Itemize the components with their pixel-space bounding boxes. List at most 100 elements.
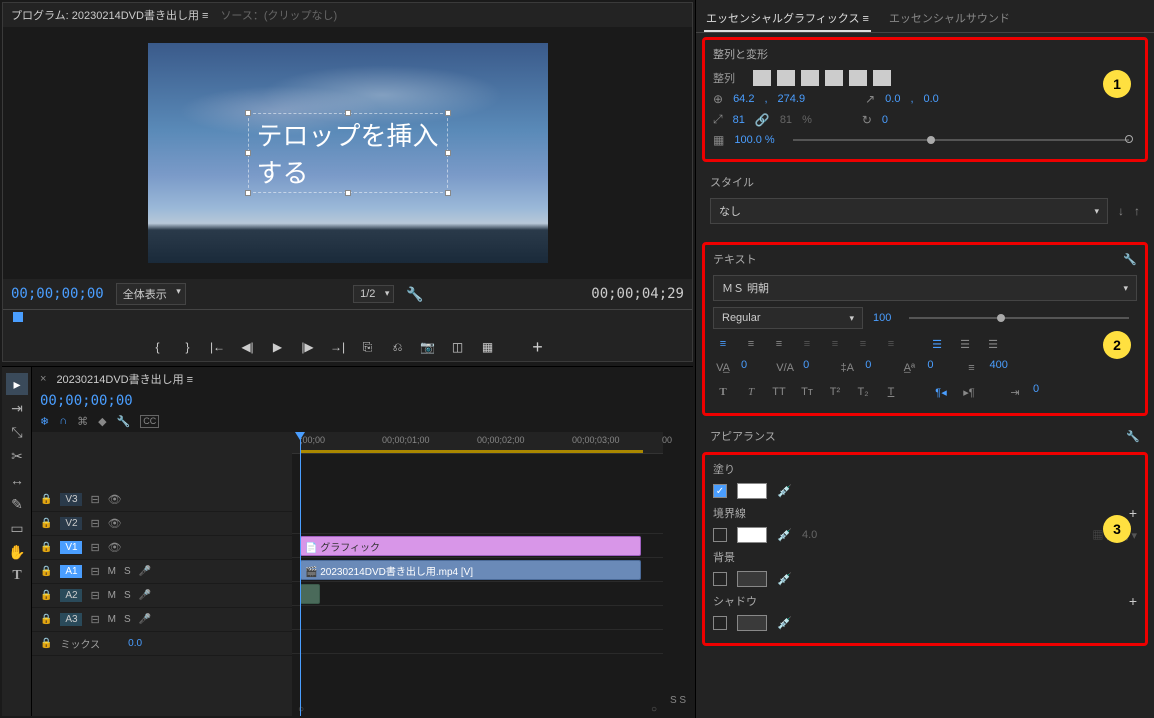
wrench-icon[interactable]: 🔧 <box>1123 253 1137 266</box>
pos-x[interactable]: 64.2 <box>733 93 754 105</box>
shadow-checkbox[interactable] <box>713 616 727 630</box>
align-right-text-icon[interactable]: ≡ <box>769 335 789 353</box>
opacity-value[interactable]: 100.0 % <box>734 134 774 146</box>
ltr-icon[interactable]: ¶◂ <box>931 383 951 401</box>
superscript-icon[interactable]: T² <box>825 383 845 401</box>
marker-icon[interactable]: ◆ <box>98 415 106 428</box>
lock-icon[interactable]: 🔒 <box>40 494 52 505</box>
sequence-timecode[interactable]: 00;00;00;00 <box>32 391 663 411</box>
bold-icon[interactable]: T <box>713 383 733 401</box>
program-tab[interactable]: プログラム: 20230214DVD書き出し用 ≡ <box>11 7 208 23</box>
font-dropdown[interactable]: ＭＳ 明朝 <box>713 275 1137 301</box>
add-stroke-icon[interactable]: + <box>1129 505 1137 521</box>
align-top-icon[interactable] <box>825 70 843 86</box>
valign-top-icon[interactable]: ☰ <box>927 335 947 353</box>
fx-icon[interactable]: ⊟ <box>90 613 99 626</box>
scale-value[interactable]: 81 <box>733 114 745 126</box>
rotation-value[interactable]: 0 <box>882 114 888 126</box>
italic-icon[interactable]: T <box>741 383 761 401</box>
pen-tool-icon[interactable]: ✎ <box>6 493 28 515</box>
telop-text-box[interactable]: テロップを挿入する <box>248 113 448 193</box>
align-left-text-icon[interactable]: ≡ <box>713 335 733 353</box>
playhead-icon[interactable] <box>13 312 23 322</box>
fx-icon[interactable]: ⊟ <box>90 493 99 506</box>
cc-icon[interactable]: CC <box>140 415 159 428</box>
fill-checkbox[interactable]: ✓ <box>713 484 727 498</box>
play-icon[interactable]: ▶ <box>270 339 286 355</box>
ripple-tool-icon[interactable]: ⤡ <box>6 421 28 443</box>
mark-out-icon[interactable]: } <box>180 339 196 355</box>
lock-icon[interactable]: 🔒 <box>40 542 52 553</box>
baseline-value[interactable]: 0 <box>927 359 933 377</box>
size-slider[interactable] <box>909 317 1129 319</box>
tab-essential-graphics[interactable]: エッセンシャルグラフィックス ≡ <box>704 6 871 32</box>
align-right-icon[interactable] <box>801 70 819 86</box>
shadow-swatch[interactable] <box>737 615 767 631</box>
track-a2[interactable]: A2 <box>60 589 82 602</box>
wrench-icon[interactable]: 🔧 <box>1126 430 1140 443</box>
eyedropper-icon[interactable]: 💉 <box>777 484 792 498</box>
allcaps-icon[interactable]: TT <box>769 383 789 401</box>
lock-icon[interactable]: 🔒 <box>40 566 52 577</box>
clip-graphic[interactable]: 📄 グラフィック <box>300 536 641 556</box>
mark-in-icon[interactable]: { <box>150 339 166 355</box>
add-shadow-icon[interactable]: + <box>1129 593 1137 609</box>
hand-tool-icon[interactable]: ✋ <box>6 541 28 563</box>
track-v3[interactable]: V3 <box>60 493 82 506</box>
underline-icon[interactable]: T <box>881 383 901 401</box>
mute-button[interactable]: M <box>108 566 116 577</box>
stroke-swatch[interactable] <box>737 527 767 543</box>
valign-mid-icon[interactable]: ☰ <box>955 335 975 353</box>
wrench-icon[interactable]: 🔧 <box>406 286 423 303</box>
justify-left-icon[interactable]: ≡ <box>797 335 817 353</box>
lift-icon[interactable]: ⎘ <box>360 339 376 355</box>
mute-button[interactable]: M <box>108 590 116 601</box>
eye-icon[interactable]: 👁 <box>108 493 122 506</box>
extract-icon[interactable]: ⎌ <box>390 339 406 355</box>
slip-tool-icon[interactable]: ↔ <box>6 469 28 491</box>
type-tool-icon[interactable]: T <box>6 565 28 587</box>
lock-icon[interactable]: 🔒 <box>40 638 52 649</box>
track-select-tool-icon[interactable]: ⇥ <box>6 397 28 419</box>
mute-button[interactable]: M <box>108 614 116 625</box>
source-tab[interactable]: ソース：(クリップなし) <box>220 7 337 23</box>
razor-tool-icon[interactable]: ✂ <box>6 445 28 467</box>
timecode-current[interactable]: 00;00;00;00 <box>11 286 104 302</box>
lock-icon[interactable]: 🔒 <box>40 518 52 529</box>
track-a3[interactable]: A3 <box>60 613 82 626</box>
timeline-area[interactable]: ;00;00 00;00;01;00 00;00;02;00 00;00;03;… <box>292 432 663 716</box>
link-scale-icon[interactable]: 🔗 <box>755 113 770 127</box>
snap-icon[interactable]: ❄ <box>40 415 49 428</box>
mix-value[interactable]: 0.0 <box>128 638 142 649</box>
justify-center-icon[interactable]: ≡ <box>825 335 845 353</box>
export-frame-icon[interactable]: 📷 <box>420 339 436 355</box>
opacity-slider[interactable] <box>793 139 1129 141</box>
track-a1[interactable]: A1 <box>60 565 82 578</box>
fit-dropdown[interactable]: 全体表示 <box>116 283 186 305</box>
subscript-icon[interactable]: T₂ <box>853 383 873 401</box>
go-in-icon[interactable]: |← <box>210 339 226 355</box>
align-left-icon[interactable] <box>753 70 771 86</box>
anchor-y[interactable]: 0.0 <box>924 93 939 105</box>
anchor-x[interactable]: 0.0 <box>885 93 900 105</box>
sequence-name[interactable]: 20230214DVD書き出し用 ≡ <box>56 371 193 387</box>
pos-y[interactable]: 274.9 <box>778 93 806 105</box>
tracking-value[interactable]: 0 <box>741 359 747 377</box>
zoom-dropdown[interactable]: 1/2 <box>353 285 394 303</box>
font-size[interactable]: 100 <box>873 312 891 324</box>
style-dropdown[interactable]: なし <box>710 198 1108 224</box>
add-button-icon[interactable]: + <box>530 339 546 355</box>
align-bottom-icon[interactable] <box>873 70 891 86</box>
go-out-icon[interactable]: →| <box>330 339 346 355</box>
rect-tool-icon[interactable]: ▭ <box>6 517 28 539</box>
indent-value[interactable]: 0 <box>1033 383 1039 401</box>
track-v1[interactable]: V1 <box>60 541 82 554</box>
bg-swatch[interactable] <box>737 571 767 587</box>
work-area[interactable] <box>300 450 643 453</box>
style-up-icon[interactable]: ↑ <box>1134 204 1140 218</box>
tab-essential-sound[interactable]: エッセンシャルサウンド <box>887 6 1012 32</box>
tsume-value[interactable]: 400 <box>990 359 1008 377</box>
lock-icon[interactable]: 🔒 <box>40 590 52 601</box>
align-center-h-icon[interactable] <box>777 70 795 86</box>
safe-margin-icon[interactable]: ▦ <box>480 339 496 355</box>
